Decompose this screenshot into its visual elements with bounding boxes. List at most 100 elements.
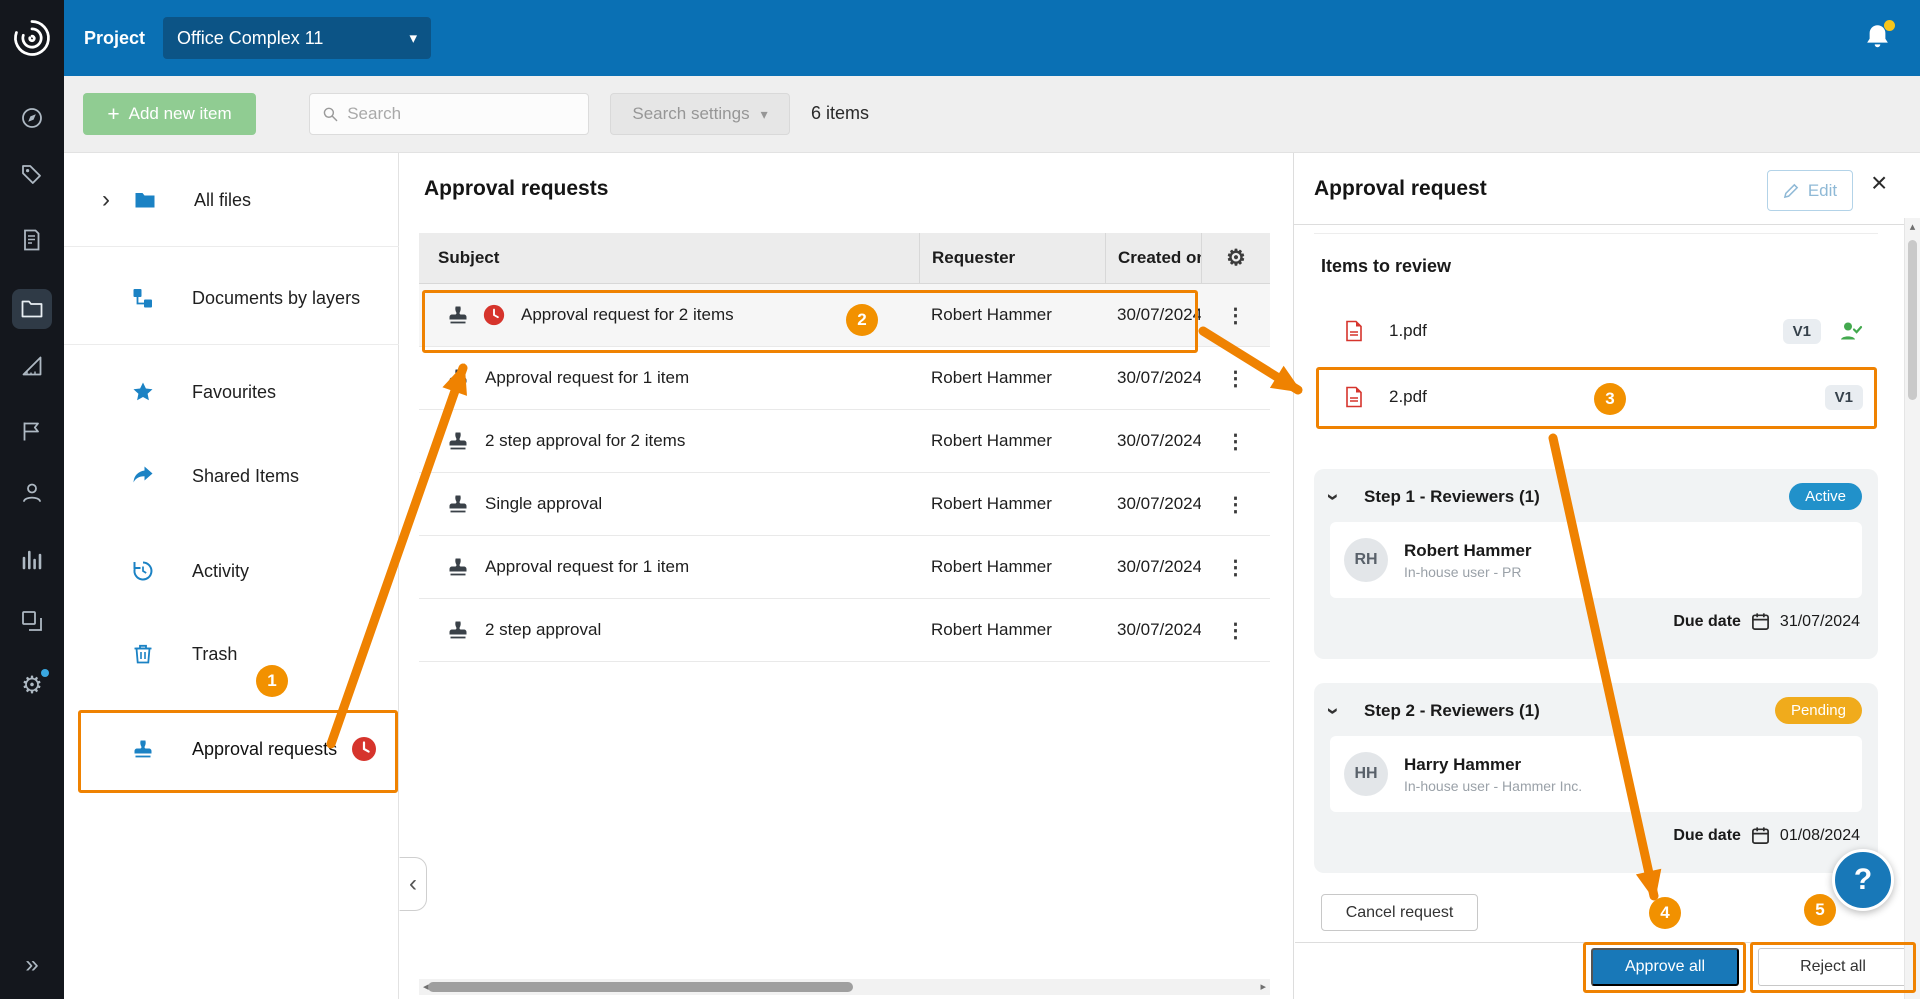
row-subject: Approval request for 1 item — [485, 368, 689, 388]
row-menu-button[interactable]: ⋮ — [1226, 492, 1246, 517]
row-menu-button[interactable]: ⋮ — [1226, 429, 1246, 454]
page-title: Approval requests — [424, 177, 608, 201]
items-count: 6 items — [811, 103, 869, 124]
step-header[interactable]: › Step 1 - Reviewers (1) Active — [1330, 483, 1862, 510]
row-subject: Approval request for 2 items — [521, 305, 734, 325]
column-header-subject[interactable]: Subject — [419, 233, 919, 284]
sidebar-item-approval-requests[interactable]: Approval requests — [64, 721, 399, 777]
tags-icon[interactable] — [12, 155, 52, 195]
reviewer-card: RH Robert Hammer In-house user - PR — [1330, 522, 1862, 598]
project-selector[interactable]: Office Complex 11 ▾ — [163, 17, 431, 59]
edit-label: Edit — [1808, 181, 1837, 201]
close-icon[interactable]: × — [1871, 169, 1887, 197]
app-logo[interactable] — [0, 0, 64, 76]
row-menu-button[interactable]: ⋮ — [1226, 618, 1246, 643]
file-name: 2.pdf — [1389, 387, 1427, 407]
review-item-row[interactable]: 2.pdf V1 — [1313, 370, 1879, 424]
measure-icon[interactable] — [12, 346, 52, 386]
help-button[interactable]: ? — [1832, 849, 1894, 911]
row-subject: 2 step approval — [485, 620, 601, 640]
row-requester: Robert Hammer — [919, 431, 1105, 451]
dashboard-icon[interactable] — [12, 98, 52, 138]
row-requester: Robert Hammer — [919, 368, 1105, 388]
step-card: › Step 2 - Reviewers (1) Pending HH Harr… — [1314, 683, 1878, 873]
expand-rail-button[interactable]: » — [0, 951, 64, 979]
sidebar-item-favourites[interactable]: Favourites — [64, 364, 399, 420]
edit-button[interactable]: Edit — [1767, 170, 1853, 211]
packages-icon[interactable] — [12, 601, 52, 641]
reports-icon[interactable] — [12, 540, 52, 580]
top-bar: Project Office Complex 11 ▾ — [64, 0, 1920, 76]
scroll-right-icon[interactable]: ▸ — [1260, 980, 1266, 993]
approve-all-button[interactable]: Approve all — [1591, 948, 1739, 986]
table-row[interactable]: Approval request for 2 items Robert Hamm… — [419, 284, 1270, 347]
step-header[interactable]: › Step 2 - Reviewers (1) Pending — [1330, 697, 1862, 724]
row-requester: Robert Hammer — [919, 620, 1105, 640]
horizontal-scrollbar[interactable]: ◂ ▸ — [419, 979, 1270, 995]
sidebar-item-all-files[interactable]: › All files — [64, 172, 399, 228]
search-settings-label: Search settings — [632, 104, 749, 124]
table-row[interactable]: 2 step approval for 2 items Robert Hamme… — [419, 410, 1270, 473]
scrollbar-thumb[interactable] — [1908, 240, 1917, 400]
sidebar-item-label: Favourites — [192, 382, 276, 403]
table-row[interactable]: Single approval Robert Hammer 30/07/2024… — [419, 473, 1270, 536]
column-header-created[interactable]: Created on — [1105, 233, 1201, 284]
collapse-panel-handle[interactable]: ‹ — [399, 857, 427, 911]
version-badge: V1 — [1783, 319, 1821, 344]
scrollbar-thumb[interactable] — [428, 982, 853, 992]
stamp-icon — [447, 619, 469, 641]
search-input[interactable] — [347, 104, 576, 124]
files-icon[interactable] — [12, 289, 52, 329]
search-settings-button[interactable]: Search settings ▾ — [610, 93, 790, 135]
stamp-icon — [447, 556, 469, 578]
table-row[interactable]: 2 step approval Robert Hammer 30/07/2024… — [419, 599, 1270, 662]
header-divider — [1294, 224, 1904, 225]
settings-icon[interactable]: ⚙ — [12, 666, 52, 706]
sidebar-item-trash[interactable]: Trash — [64, 626, 399, 682]
row-menu-button[interactable]: ⋮ — [1226, 366, 1246, 391]
reviewer-role: In-house user - PR — [1404, 564, 1532, 580]
table-row[interactable]: Approval request for 1 item Robert Hamme… — [419, 536, 1270, 599]
reject-all-button[interactable]: Reject all — [1758, 948, 1908, 986]
add-new-item-button[interactable]: + Add new item — [83, 93, 256, 135]
sidebar-item-label: Approval requests — [192, 739, 337, 760]
sidebar-item-label: Activity — [192, 561, 249, 582]
reviewer-role: In-house user - Hammer Inc. — [1404, 778, 1582, 794]
map-flag-icon[interactable] — [12, 411, 52, 451]
column-header-requester[interactable]: Requester — [919, 233, 1105, 284]
notifications-button[interactable] — [1864, 23, 1894, 53]
reviewer-name: Robert Hammer — [1404, 541, 1532, 561]
scroll-up-icon[interactable]: ▴ — [1905, 220, 1920, 233]
document-register-icon[interactable] — [12, 220, 52, 260]
cancel-request-button[interactable]: Cancel request — [1321, 894, 1478, 931]
calendar-icon — [1751, 612, 1770, 631]
file-name: 1.pdf — [1389, 321, 1427, 341]
settings-notification-dot — [41, 669, 49, 677]
content-divider — [1314, 233, 1878, 234]
share-arrow-icon — [132, 465, 154, 487]
due-date-row: Due date 01/08/2024 — [1330, 826, 1862, 845]
row-menu-button[interactable]: ⋮ — [1226, 303, 1246, 328]
star-icon — [132, 381, 154, 403]
vertical-scrollbar[interactable]: ▴ — [1904, 218, 1920, 999]
chevron-down-icon[interactable]: › — [1330, 486, 1352, 508]
sidebar-item-label: Shared Items — [192, 466, 299, 487]
contacts-icon[interactable] — [12, 473, 52, 513]
notification-dot — [1884, 20, 1895, 31]
row-menu-button[interactable]: ⋮ — [1226, 555, 1246, 580]
chevron-right-icon[interactable]: › — [102, 188, 118, 212]
sidebar-item-documents-by-layers[interactable]: Documents by layers — [64, 270, 399, 326]
approval-requests-table: Subject Requester Created on ⚙ Approval … — [419, 233, 1270, 662]
status-badge: Pending — [1775, 697, 1862, 724]
pending-approvals-clock-badge — [351, 736, 377, 762]
table-row[interactable]: Approval request for 1 item Robert Hamme… — [419, 347, 1270, 410]
table-settings-gear-icon[interactable]: ⚙ — [1226, 247, 1246, 269]
caret-down-icon: ▾ — [761, 106, 768, 123]
layers-hierarchy-icon — [132, 287, 154, 309]
sidebar-item-shared-items[interactable]: Shared Items — [64, 448, 399, 504]
sidebar-item-activity[interactable]: Activity — [64, 543, 399, 599]
review-item-row[interactable]: 1.pdf V1 — [1313, 304, 1879, 358]
collapse-icon: ‹ — [409, 870, 417, 898]
search-icon — [322, 105, 338, 123]
chevron-down-icon[interactable]: › — [1330, 700, 1352, 722]
